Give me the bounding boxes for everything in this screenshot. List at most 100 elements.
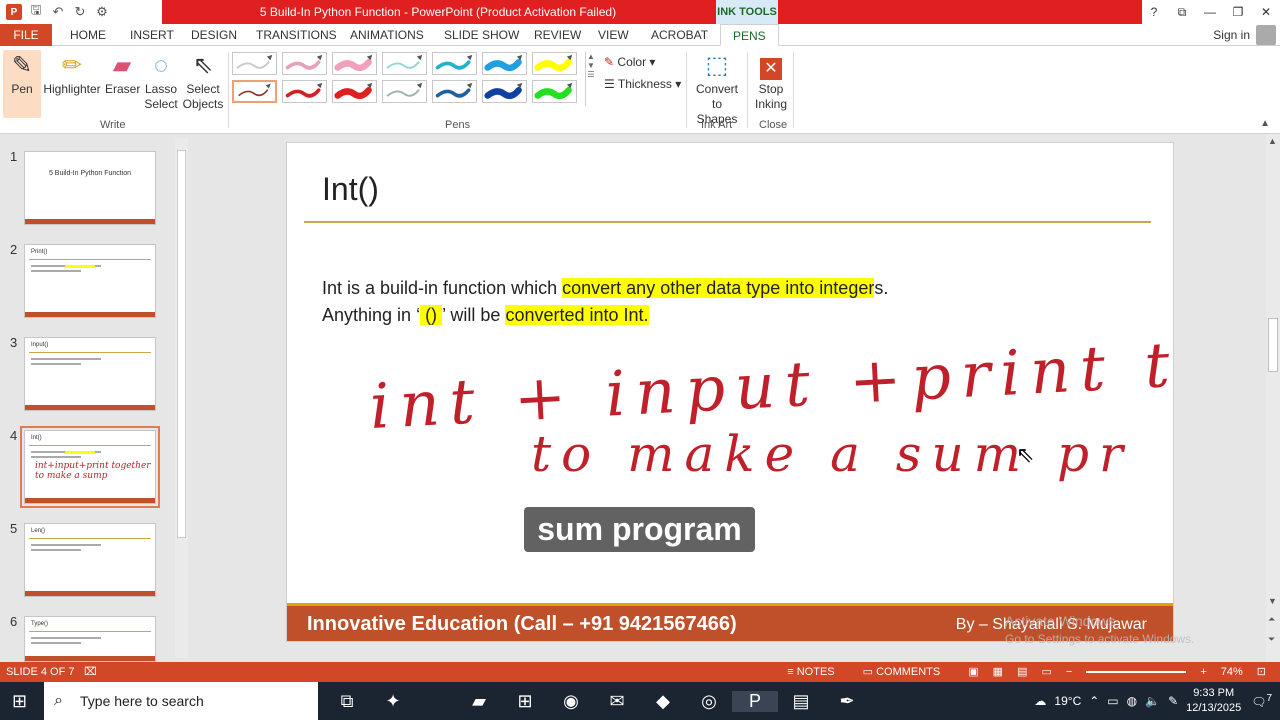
convert-shapes-icon: ⬚ <box>705 52 729 79</box>
zoom-in-icon[interactable]: + <box>1200 662 1206 682</box>
battery-icon[interactable]: ▭ <box>1107 694 1118 708</box>
zoom-slider[interactable] <box>1086 671 1187 673</box>
slide-thumbnail[interactable]: Input() <box>24 337 156 411</box>
tab-insert[interactable]: INSERT <box>130 24 174 46</box>
eraser-button[interactable]: ▰ Eraser <box>105 50 140 97</box>
spell-check-icon[interactable]: ⌧ <box>84 662 97 682</box>
scrollbar-thumb[interactable] <box>1268 318 1278 372</box>
slide-thumbnail[interactable]: Print() <box>24 244 156 318</box>
weather-temp[interactable]: 19°C <box>1054 694 1081 708</box>
task-view-icon[interactable]: ⧉ <box>324 691 370 712</box>
pen-swatch[interactable] <box>432 80 477 103</box>
tab-file[interactable]: FILE <box>0 24 52 46</box>
powerpoint-taskbar-icon[interactable]: P <box>732 690 778 712</box>
pens-group-label: Pens <box>445 119 471 131</box>
save-icon[interactable]: 🖫 <box>28 1 44 23</box>
comments-button[interactable]: ▭ COMMENTS <box>863 662 955 682</box>
notification-icon[interactable]: 🗨7 <box>1251 693 1272 709</box>
collapse-ribbon-icon[interactable]: ▲ <box>1260 118 1270 129</box>
pen-swatch[interactable] <box>482 80 527 103</box>
windows-taskbar: ⊞ ⌕ Type here to search ⧉ ✦ ▰ ⊞ ◉ ✉ ◆ ◎ … <box>0 682 1280 720</box>
zoom-out-icon[interactable]: − <box>1066 662 1072 682</box>
slide-thumbnail[interactable]: 5 Build-In Python Function <box>24 151 156 225</box>
pen-swatch[interactable] <box>232 80 277 103</box>
pen-swatch[interactable] <box>532 52 577 75</box>
pen-button[interactable]: ✎ Pen <box>3 50 41 118</box>
customize-icon[interactable]: ⚙ <box>94 4 110 20</box>
thumbnail-scrollbar[interactable] <box>175 138 188 658</box>
avatar[interactable] <box>1256 25 1276 45</box>
pen-swatch[interactable] <box>332 52 377 75</box>
tab-view[interactable]: VIEW <box>598 24 629 46</box>
close-button[interactable]: ✕ <box>1252 0 1280 24</box>
tab-design[interactable]: DESIGN <box>191 24 237 46</box>
fit-to-window-icon[interactable]: ⊡ <box>1257 662 1266 682</box>
chrome-icon[interactable]: ◎ <box>686 691 732 712</box>
pen-swatch[interactable] <box>282 52 327 75</box>
tab-slide-show[interactable]: SLIDE SHOW <box>444 24 519 46</box>
taskbar-search-box[interactable]: ⌕ Type here to search <box>44 682 318 720</box>
edge-icon[interactable]: ◉ <box>548 691 594 712</box>
clock[interactable]: 9:33 PM 12/13/2025 <box>1186 686 1241 716</box>
mail-icon[interactable]: ✉ <box>594 691 640 712</box>
thickness-button[interactable]: ☰ Thickness ▾ <box>604 74 681 94</box>
slide-canvas[interactable]: Int() Int is a build-in function which c… <box>286 142 1174 642</box>
gallery-scroll[interactable]: ▲ ▼ ☰ <box>585 52 596 106</box>
pen-swatch[interactable] <box>532 80 577 103</box>
tab-pens[interactable]: PENS <box>720 24 779 46</box>
next-slide-icon[interactable]: ⏷ <box>1268 634 1275 645</box>
volume-icon[interactable]: 🔈 <box>1145 694 1160 708</box>
lasso-select-button[interactable]: ◌ Lasso Select <box>144 50 178 112</box>
color-button[interactable]: ✎ Color ▾ <box>604 52 681 72</box>
store-icon[interactable]: ⊞ <box>502 691 548 712</box>
sign-in-link[interactable]: Sign in <box>1213 24 1250 46</box>
notes-button[interactable]: ≡ NOTES <box>787 662 848 682</box>
pen-tray-icon[interactable]: ✎ <box>1168 694 1178 708</box>
convert-to-shapes-button[interactable]: ⬚ Convert to Shapes <box>690 50 744 127</box>
network-icon[interactable]: ◍ <box>1127 694 1137 708</box>
slideshow-icon[interactable]: ▭ <box>1041 662 1051 682</box>
select-objects-button[interactable]: ⇖ Select Objects <box>182 50 224 112</box>
zoom-level[interactable]: 74% <box>1221 662 1243 682</box>
thumbnail-title: 5 Build-In Python Function <box>48 170 132 177</box>
tray-overflow-icon[interactable]: ⌃ <box>1089 694 1099 708</box>
copilot-icon[interactable]: ✦ <box>370 691 416 712</box>
tab-acrobat[interactable]: ACROBAT <box>651 24 708 46</box>
file-explorer-icon[interactable]: ▰ <box>456 691 502 712</box>
pen-swatch[interactable] <box>232 52 277 75</box>
app-icon[interactable]: ◆ <box>640 691 686 712</box>
normal-view-icon[interactable]: ▣ <box>968 662 978 682</box>
windows-start-icon[interactable]: ⊞ <box>12 691 27 712</box>
slide-sorter-icon[interactable]: ▦ <box>993 662 1003 682</box>
slide-thumbnail[interactable]: Int() int+input+print together to make a … <box>20 426 160 508</box>
file-icon[interactable]: ▤ <box>778 691 824 712</box>
stop-inking-button[interactable]: ✕ Stop Inking <box>752 50 790 112</box>
minimize-button[interactable]: — <box>1196 0 1224 24</box>
highlighter-button[interactable]: ✏ Highlighter <box>43 50 101 97</box>
ribbon-display-button[interactable]: ⧉ <box>1168 0 1196 24</box>
restore-button[interactable]: ❐ <box>1224 0 1252 24</box>
pen-swatch[interactable] <box>432 52 477 75</box>
help-button[interactable]: ? <box>1140 0 1168 24</box>
tab-home[interactable]: HOME <box>70 24 106 46</box>
scrollbar-thumb[interactable] <box>177 150 186 538</box>
tab-animations[interactable]: ANIMATIONS <box>350 24 424 46</box>
slide-thumbnail[interactable]: Type() <box>24 616 156 662</box>
pen-swatch[interactable] <box>482 52 527 75</box>
weather-icon[interactable]: ☁ <box>1034 694 1046 708</box>
pen-swatch[interactable] <box>382 80 427 103</box>
xp-pen-icon[interactable]: ✒ <box>824 691 870 712</box>
undo-icon[interactable]: ↶ <box>50 4 66 20</box>
tab-transitions[interactable]: TRANSITIONS <box>256 24 337 46</box>
previous-slide-icon[interactable]: ⏶ <box>1268 614 1275 625</box>
reading-view-icon[interactable]: ▤ <box>1017 662 1027 682</box>
pen-swatch[interactable] <box>332 80 377 103</box>
redo-icon[interactable]: ↻ <box>72 4 88 20</box>
tab-review[interactable]: REVIEW <box>534 24 581 46</box>
pen-swatch[interactable] <box>382 52 427 75</box>
pen-swatch[interactable] <box>282 80 327 103</box>
scroll-up-icon[interactable]: ▲ <box>1268 136 1277 146</box>
slide-thumbnail[interactable]: Len() <box>24 523 156 597</box>
slide-scrollbar[interactable]: ▲ ▼ ⏶ ⏷ <box>1266 134 1280 662</box>
scroll-down-icon[interactable]: ▼ <box>1268 596 1277 606</box>
